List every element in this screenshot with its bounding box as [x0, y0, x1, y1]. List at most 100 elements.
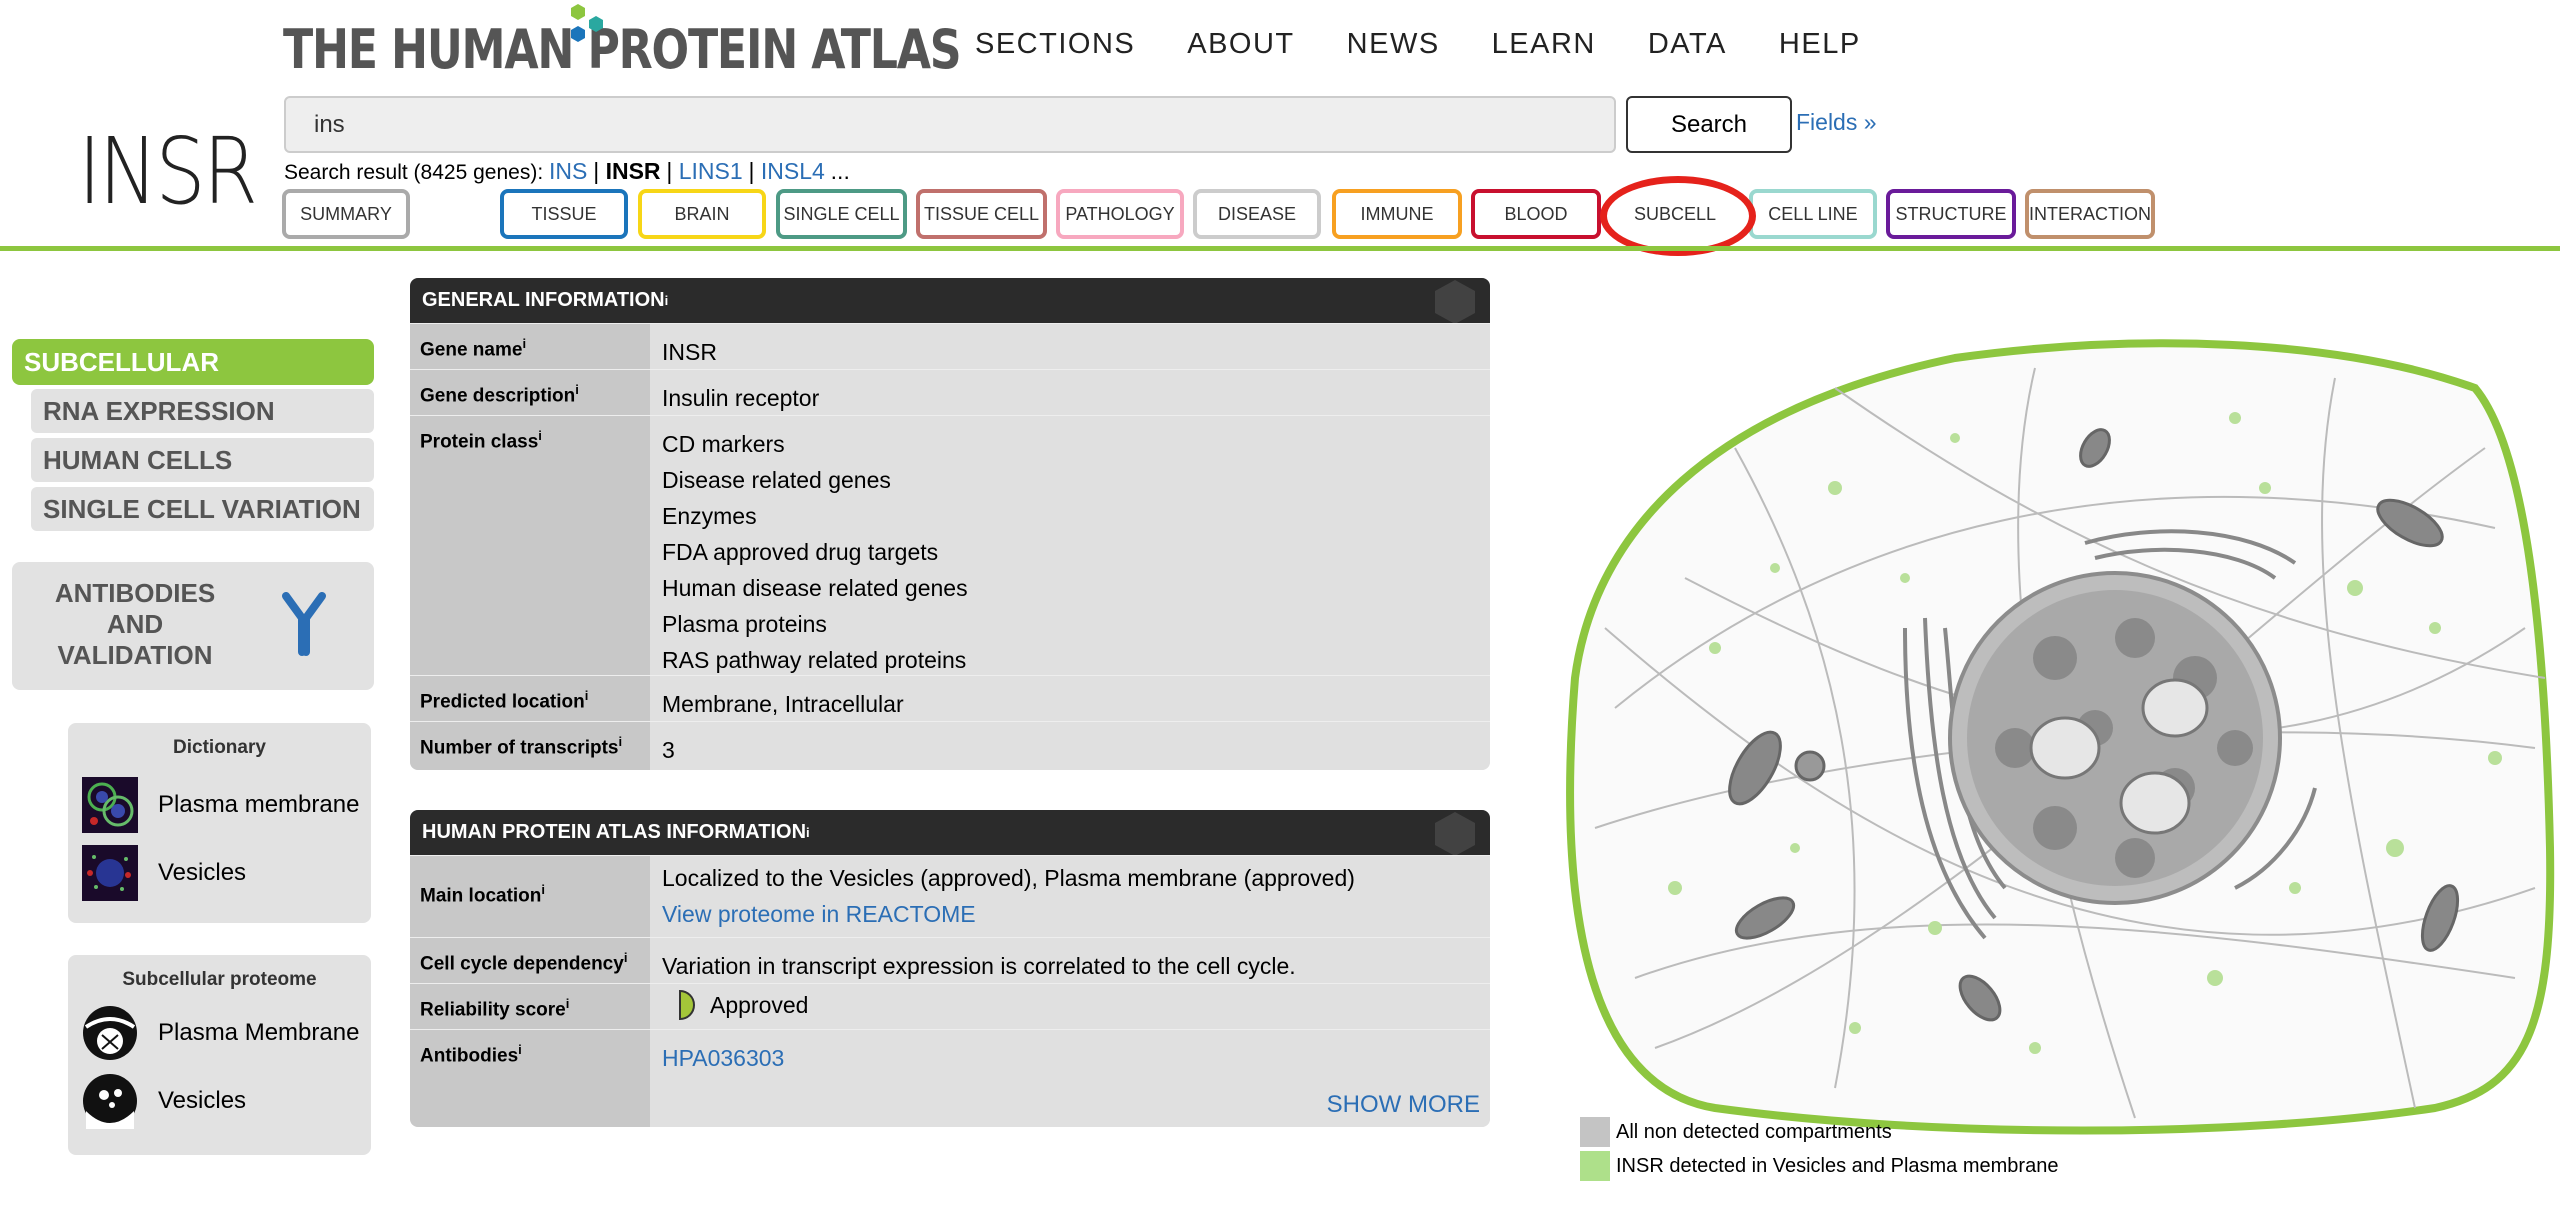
dictionary-item-label: Vesicles	[158, 859, 247, 886]
proteome-item-label: Vesicles	[158, 1087, 247, 1114]
predicted-location-value: Membrane, Intracellular	[650, 676, 1490, 721]
protein-class-item: Enzymes	[662, 503, 757, 529]
gene-name-value: INSR	[650, 324, 1490, 369]
proteome-item-vesicles[interactable]: Vesicles	[82, 1073, 246, 1129]
main-location-value: Localized to the Vesicles (approved), Pl…	[662, 865, 1355, 891]
menu-antibodies-validation[interactable]: ANTIBODIES AND VALIDATION	[12, 562, 374, 690]
gene-title: INSR	[78, 118, 258, 225]
nav-learn[interactable]: LEARN	[1492, 28, 1596, 61]
tab-single-cell[interactable]: SINGLE CELL	[776, 189, 907, 239]
fields-link[interactable]: Fields »	[1796, 109, 1877, 136]
cell-illustration[interactable]	[1535, 328, 2557, 1138]
info-icon[interactable]: i	[624, 950, 628, 965]
protein-class-item: Disease related genes	[662, 467, 891, 493]
search-result-prefix: Search result (8425 genes):	[284, 161, 544, 184]
info-icon[interactable]: i	[518, 1042, 522, 1057]
tab-interaction[interactable]: INTERACTION	[2025, 189, 2155, 239]
info-icon[interactable]: i	[665, 293, 669, 308]
nav-sections[interactable]: SECTIONS	[975, 28, 1135, 61]
menu-rna-expression[interactable]: RNA EXPRESSION	[31, 389, 374, 433]
tab-structure[interactable]: STRUCTURE	[1886, 189, 2016, 239]
info-icon[interactable]: i	[618, 734, 622, 749]
subcellular-proteome-box: Subcellular proteome Plasma Membrane Ves…	[68, 955, 371, 1155]
tab-blood[interactable]: BLOOD	[1471, 189, 1601, 239]
info-icon[interactable]: i	[585, 688, 589, 703]
tab-pathology[interactable]: PATHOLOGY	[1056, 189, 1184, 239]
result-gene-link[interactable]: LINS1	[679, 158, 743, 184]
row-gene-description: Gene descriptioni Insulin receptor	[410, 369, 1490, 415]
protein-class-item: Human disease related genes	[662, 575, 968, 601]
hexagon-logo-icon	[571, 4, 603, 42]
row-antibodies: Antibodiesi HPA036303 SHOW MORE	[410, 1029, 1490, 1127]
row-main-location: Main locationi Localized to the Vesicles…	[410, 855, 1490, 937]
info-icon[interactable]: i	[566, 996, 570, 1011]
cell-cycle-value: Variation in transcript expression is co…	[650, 938, 1490, 983]
info-icon[interactable]: i	[541, 882, 545, 897]
dictionary-item-label: Plasma membrane	[158, 791, 360, 818]
info-icon[interactable]: i	[538, 428, 542, 443]
menu-human-cells[interactable]: HUMAN CELLS	[31, 438, 374, 482]
dictionary-box: Dictionary Plasma membrane Vesicles	[68, 723, 371, 923]
nav-help[interactable]: HELP	[1779, 28, 1861, 61]
row-number-of-transcripts: Number of transcriptsi 3	[410, 721, 1490, 770]
gene-description-value: Insulin receptor	[650, 370, 1490, 415]
info-icon[interactable]: i	[522, 336, 526, 351]
legend-label: INSR detected in Vesicles and Plasma mem…	[1616, 1154, 2059, 1177]
vesicles-proteome-icon	[83, 1074, 137, 1129]
plasma-membrane-thumbnail-icon	[82, 777, 138, 833]
row-cell-cycle-dependency: Cell cycle dependencyi Variation in tran…	[410, 937, 1490, 983]
antibody-link[interactable]: HPA036303	[662, 1045, 784, 1071]
tab-immune[interactable]: IMMUNE	[1332, 189, 1462, 239]
nav-about[interactable]: ABOUT	[1187, 28, 1294, 61]
tab-underline	[0, 246, 2560, 251]
search-button[interactable]: Search	[1626, 96, 1792, 153]
hpa-information-panel: HUMAN PROTEIN ATLAS INFORMATION i Main lo…	[410, 810, 1490, 1127]
result-gene-link[interactable]: INSL4	[761, 158, 825, 184]
legend-item: INSR detected in Vesicles and Plasma mem…	[1580, 1149, 2058, 1183]
result-gene-current: INSR	[605, 158, 661, 184]
panel-title: GENERAL INFORMATION	[422, 289, 665, 311]
protein-class-item: Plasma proteins	[662, 611, 827, 637]
plasma-membrane-proteome-icon	[83, 1006, 137, 1060]
search-result: Search result (8425 genes): INS | INSR |…	[284, 158, 850, 184]
proteome-item-label: Plasma Membrane	[158, 1019, 360, 1046]
row-reliability-score: Reliability scorei Approved	[410, 983, 1490, 1029]
row-protein-class: Protein classi CD markers Disease relate…	[410, 415, 1490, 675]
tab-cell-line[interactable]: CELL LINE	[1749, 189, 1877, 239]
tab-summary[interactable]: SUMMARY	[282, 189, 410, 239]
legend-item: All non detected compartments	[1580, 1115, 2058, 1149]
tab-brain[interactable]: BRAIN	[638, 189, 766, 239]
protein-class-item: RAS pathway related proteins	[662, 647, 967, 673]
centrosome	[1794, 750, 1826, 782]
row-predicted-location: Predicted locationi Membrane, Intracellu…	[410, 675, 1490, 721]
info-icon[interactable]: i	[575, 382, 579, 397]
tab-tissue[interactable]: TISSUE	[500, 189, 628, 239]
subcellular-proteome-title: Subcellular proteome	[122, 969, 317, 990]
top-nav: SECTIONS ABOUT NEWS LEARN DATA HELP	[975, 28, 1861, 61]
general-information-panel: GENERAL INFORMATION i Gene namei INSR Gen…	[410, 278, 1490, 770]
protein-class-item: FDA approved drug targets	[662, 539, 939, 565]
reliability-value: Approved	[710, 991, 809, 1018]
approved-reliability-icon	[679, 989, 695, 1020]
proteome-item-plasma-membrane[interactable]: Plasma Membrane	[82, 1005, 359, 1061]
hexagon-decoration-icon	[1435, 280, 1475, 323]
antibodies-label: ANTIBODIES AND VALIDATION	[54, 578, 216, 670]
reactome-link[interactable]: View proteome in REACTOME	[662, 896, 1478, 932]
dictionary-item-vesicles[interactable]: Vesicles	[82, 845, 246, 901]
dictionary-item-plasma-membrane[interactable]: Plasma membrane	[82, 777, 359, 833]
legend-swatch-non-detected	[1580, 1117, 1610, 1147]
menu-subcellular[interactable]: SUBCELLULAR	[12, 339, 374, 385]
row-gene-name: Gene namei INSR	[410, 323, 1490, 369]
info-icon[interactable]: i	[806, 825, 810, 840]
nav-news[interactable]: NEWS	[1347, 28, 1440, 61]
result-gene-link[interactable]: INS	[549, 158, 587, 184]
menu-single-cell-variation[interactable]: SINGLE CELL VARIATION	[31, 487, 374, 531]
panel-header: HUMAN PROTEIN ATLAS INFORMATION i	[410, 810, 1490, 855]
highlight-circle	[1600, 176, 1756, 256]
tab-tissue-cell[interactable]: TISSUE CELL	[916, 189, 1047, 239]
nav-data[interactable]: DATA	[1648, 28, 1727, 61]
show-more-button[interactable]: SHOW MORE	[1327, 1087, 1480, 1123]
logo-text: THE HUMAN PROTEIN ATLAS	[283, 17, 962, 81]
search-input[interactable]	[284, 96, 1616, 153]
tab-disease[interactable]: DISEASE	[1193, 189, 1321, 239]
